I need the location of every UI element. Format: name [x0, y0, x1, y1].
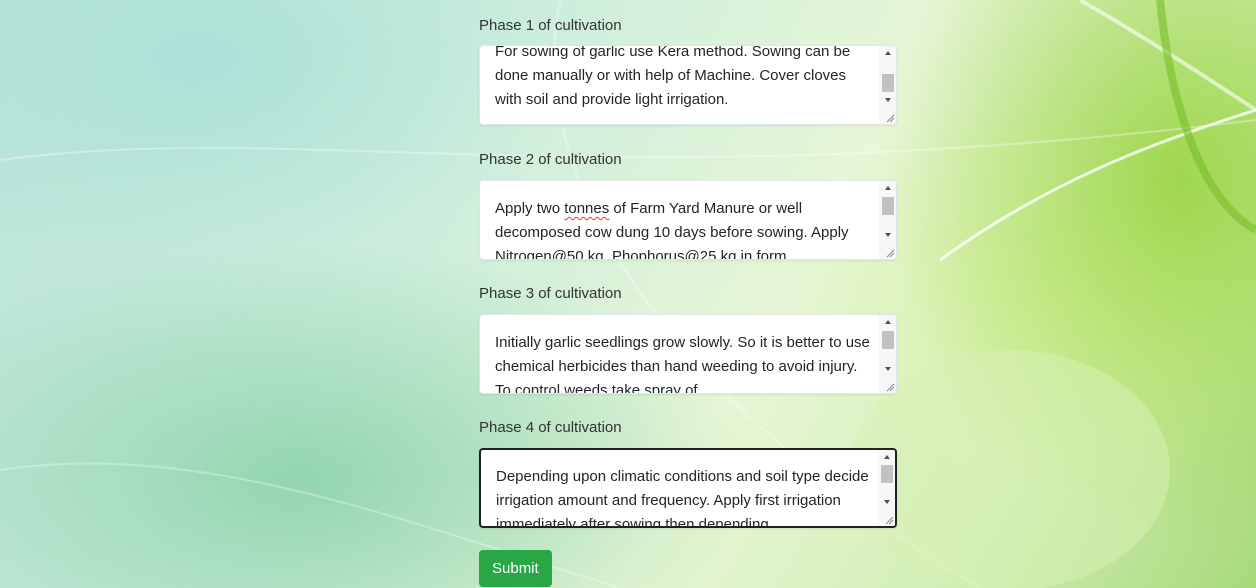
scroll-thumb[interactable] — [882, 74, 894, 92]
phase-3-scrollbar[interactable] — [879, 315, 896, 393]
scroll-up-icon[interactable] — [885, 186, 891, 190]
scroll-up-icon[interactable] — [885, 51, 891, 55]
phase-3-textarea[interactable]: Initially garlic seedlings grow slowly. … — [479, 314, 897, 394]
phase-1-scrollbar[interactable] — [879, 46, 896, 124]
scroll-up-icon[interactable] — [884, 455, 890, 459]
phase-2-label: Phase 2 of cultivation — [479, 151, 622, 168]
submit-button[interactable]: Submit — [479, 550, 552, 587]
phase-1-textarea[interactable]: For sowing of garlic use Kera method. So… — [479, 45, 897, 125]
phase-2-text: Apply two tonnes of Farm Yard Manure or … — [495, 200, 849, 260]
phase-2-scrollbar[interactable] — [879, 181, 896, 259]
phase-1-label: Phase 1 of cultivation — [479, 17, 622, 34]
scroll-up-icon[interactable] — [885, 320, 891, 324]
phase-2-textarea[interactable]: Apply two tonnes of Farm Yard Manure or … — [479, 180, 897, 260]
resize-grip-icon[interactable] — [886, 383, 895, 392]
resize-grip-icon[interactable] — [886, 249, 895, 258]
scroll-thumb[interactable] — [881, 465, 893, 483]
phase-4-text: Depending upon climatic conditions and s… — [496, 468, 869, 528]
phase-4-textarea[interactable]: Depending upon climatic conditions and s… — [479, 448, 897, 528]
scroll-down-icon[interactable] — [885, 98, 891, 102]
resize-grip-icon[interactable] — [885, 516, 894, 525]
resize-grip-icon[interactable] — [886, 114, 895, 123]
scroll-thumb[interactable] — [882, 331, 894, 349]
phase-4-scrollbar[interactable] — [878, 450, 895, 526]
phase-3-label: Phase 3 of cultivation — [479, 285, 622, 302]
scroll-down-icon[interactable] — [885, 233, 891, 237]
phase-4-label: Phase 4 of cultivation — [479, 419, 622, 436]
phase-1-text: For sowing of garlic use Kera method. So… — [495, 45, 851, 108]
scroll-thumb[interactable] — [882, 197, 894, 215]
scroll-down-icon[interactable] — [884, 500, 890, 504]
scroll-down-icon[interactable] — [885, 367, 891, 371]
phase-3-text: Initially garlic seedlings grow slowly. … — [495, 334, 870, 394]
